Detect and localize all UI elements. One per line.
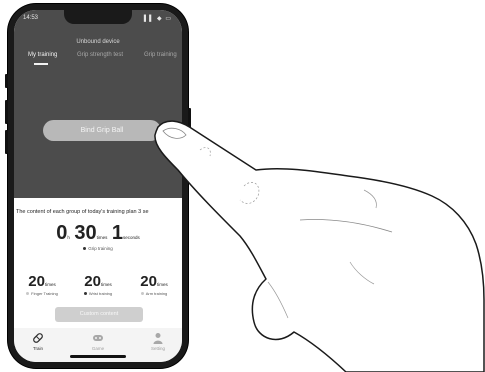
pointing-hand-illustration [154,120,485,372]
hand-outline [154,120,485,372]
instruction-illustration: 14:53 ▌▌ ◆ ▭ Unbound device My training … [0,0,485,372]
